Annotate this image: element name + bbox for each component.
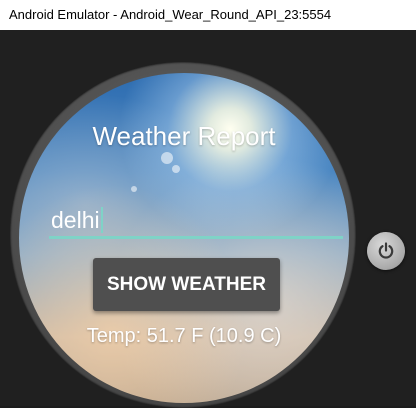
app-title: Weather Report	[92, 121, 276, 151]
power-icon	[378, 242, 394, 259]
watch-screen: Weather Report delhi SHOW WEATHER Temp: …	[19, 73, 349, 403]
lens-flare	[161, 152, 173, 164]
lens-flare	[131, 186, 137, 192]
lens-flare	[172, 165, 180, 173]
show-weather-button[interactable]: SHOW WEATHER	[93, 258, 280, 311]
text-cursor	[100, 207, 103, 233]
power-button[interactable]	[367, 232, 405, 270]
temperature-text: Temp: 51.7 F (10.9 C)	[86, 325, 282, 347]
city-input[interactable]: delhi	[49, 201, 343, 239]
window-title-bar: Android Emulator - Android_Wear_Round_AP…	[0, 0, 416, 30]
window-title: Android Emulator - Android_Wear_Round_AP…	[9, 7, 332, 22]
city-input-value: delhi	[51, 207, 100, 233]
emulator-area: Weather Report delhi SHOW WEATHER Temp: …	[0, 30, 416, 408]
